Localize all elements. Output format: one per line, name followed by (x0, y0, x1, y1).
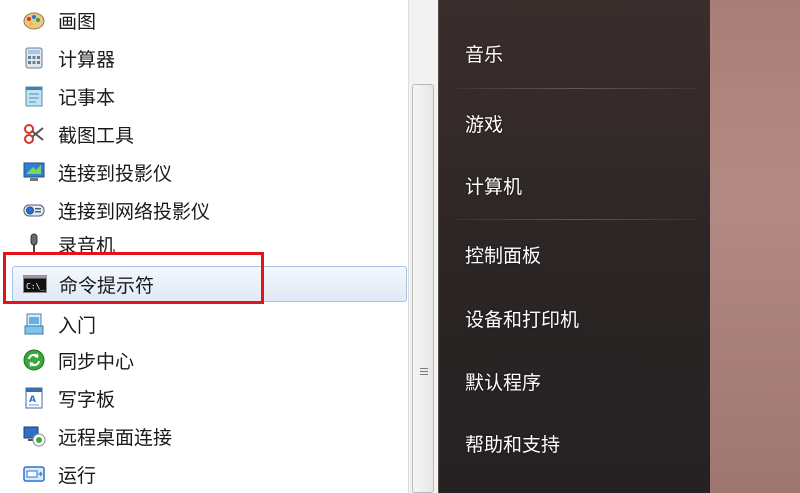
program-command-prompt[interactable]: C:\_ 命令提示符 (12, 266, 407, 302)
paint-icon (22, 8, 46, 32)
program-label: 连接到投影仪 (58, 162, 173, 185)
remote-desktop-icon (22, 424, 46, 448)
wordpad-icon: A (22, 386, 46, 410)
scrollbar-grip-icon (420, 368, 428, 377)
program-run[interactable]: 运行 (16, 456, 404, 492)
program-label: 运行 (58, 464, 97, 487)
menu-item-games[interactable]: 游戏 (465, 110, 503, 137)
program-wordpad[interactable]: A 写字板 (16, 380, 404, 416)
network-projector-icon (22, 198, 46, 222)
projector-icon (22, 160, 46, 184)
program-connect-projector[interactable]: 连接到投影仪 (16, 154, 404, 190)
menu-separator (457, 88, 697, 89)
program-snipping-tool[interactable]: 截图工具 (16, 116, 404, 152)
sync-icon (22, 348, 46, 372)
program-connect-network-projector[interactable]: 连接到网络投影仪 (16, 192, 404, 228)
scissors-icon (22, 122, 46, 146)
notepad-icon (22, 84, 46, 108)
microphone-icon (22, 232, 46, 256)
vertical-scrollbar[interactable] (408, 0, 438, 493)
all-programs-list: 画图 计算器 记事本 截图工具 连接到投影仪 连接到网络投影仪 录音机 C:\_… (0, 0, 408, 493)
start-menu-right-pane: 音乐 游戏 计算机 控制面板 设备和打印机 默认程序 帮助和支持 (438, 0, 710, 493)
program-label: 命令提示符 (59, 274, 155, 297)
program-label: 同步中心 (58, 350, 135, 373)
cmd-icon-text: C:\_ (26, 282, 45, 291)
program-label: 计算器 (58, 48, 116, 71)
program-sync-center[interactable]: 同步中心 (16, 342, 404, 378)
program-calculator[interactable]: 计算器 (16, 40, 404, 76)
program-label: 画图 (58, 10, 97, 33)
getting-started-icon (22, 312, 46, 336)
menu-item-help-support[interactable]: 帮助和支持 (465, 430, 560, 457)
program-label: 连接到网络投影仪 (58, 200, 211, 223)
program-label: 录音机 (58, 234, 116, 257)
calculator-icon (22, 46, 46, 70)
program-label: 记事本 (58, 86, 116, 109)
command-prompt-icon: C:\_ (23, 272, 47, 296)
menu-item-control-panel[interactable]: 控制面板 (465, 241, 541, 268)
run-icon (22, 462, 46, 486)
program-label: 写字板 (58, 388, 116, 411)
program-remote-desktop[interactable]: 远程桌面连接 (16, 418, 404, 454)
desktop-background (710, 0, 800, 493)
svg-text:A: A (29, 395, 36, 405)
program-notepad[interactable]: 记事本 (16, 78, 404, 114)
program-label: 远程桌面连接 (58, 426, 173, 449)
menu-item-music[interactable]: 音乐 (465, 40, 503, 67)
program-label: 截图工具 (58, 124, 135, 147)
program-paint[interactable]: 画图 (16, 2, 404, 38)
menu-separator (457, 219, 697, 220)
menu-item-computer[interactable]: 计算机 (465, 172, 522, 199)
program-sound-recorder[interactable]: 录音机 (16, 226, 404, 262)
menu-item-devices-printers[interactable]: 设备和打印机 (465, 305, 579, 332)
program-getting-started[interactable]: 入门 (16, 306, 404, 342)
menu-item-default-programs[interactable]: 默认程序 (465, 368, 541, 395)
program-label: 入门 (58, 314, 97, 337)
scrollbar-thumb[interactable] (412, 84, 434, 493)
